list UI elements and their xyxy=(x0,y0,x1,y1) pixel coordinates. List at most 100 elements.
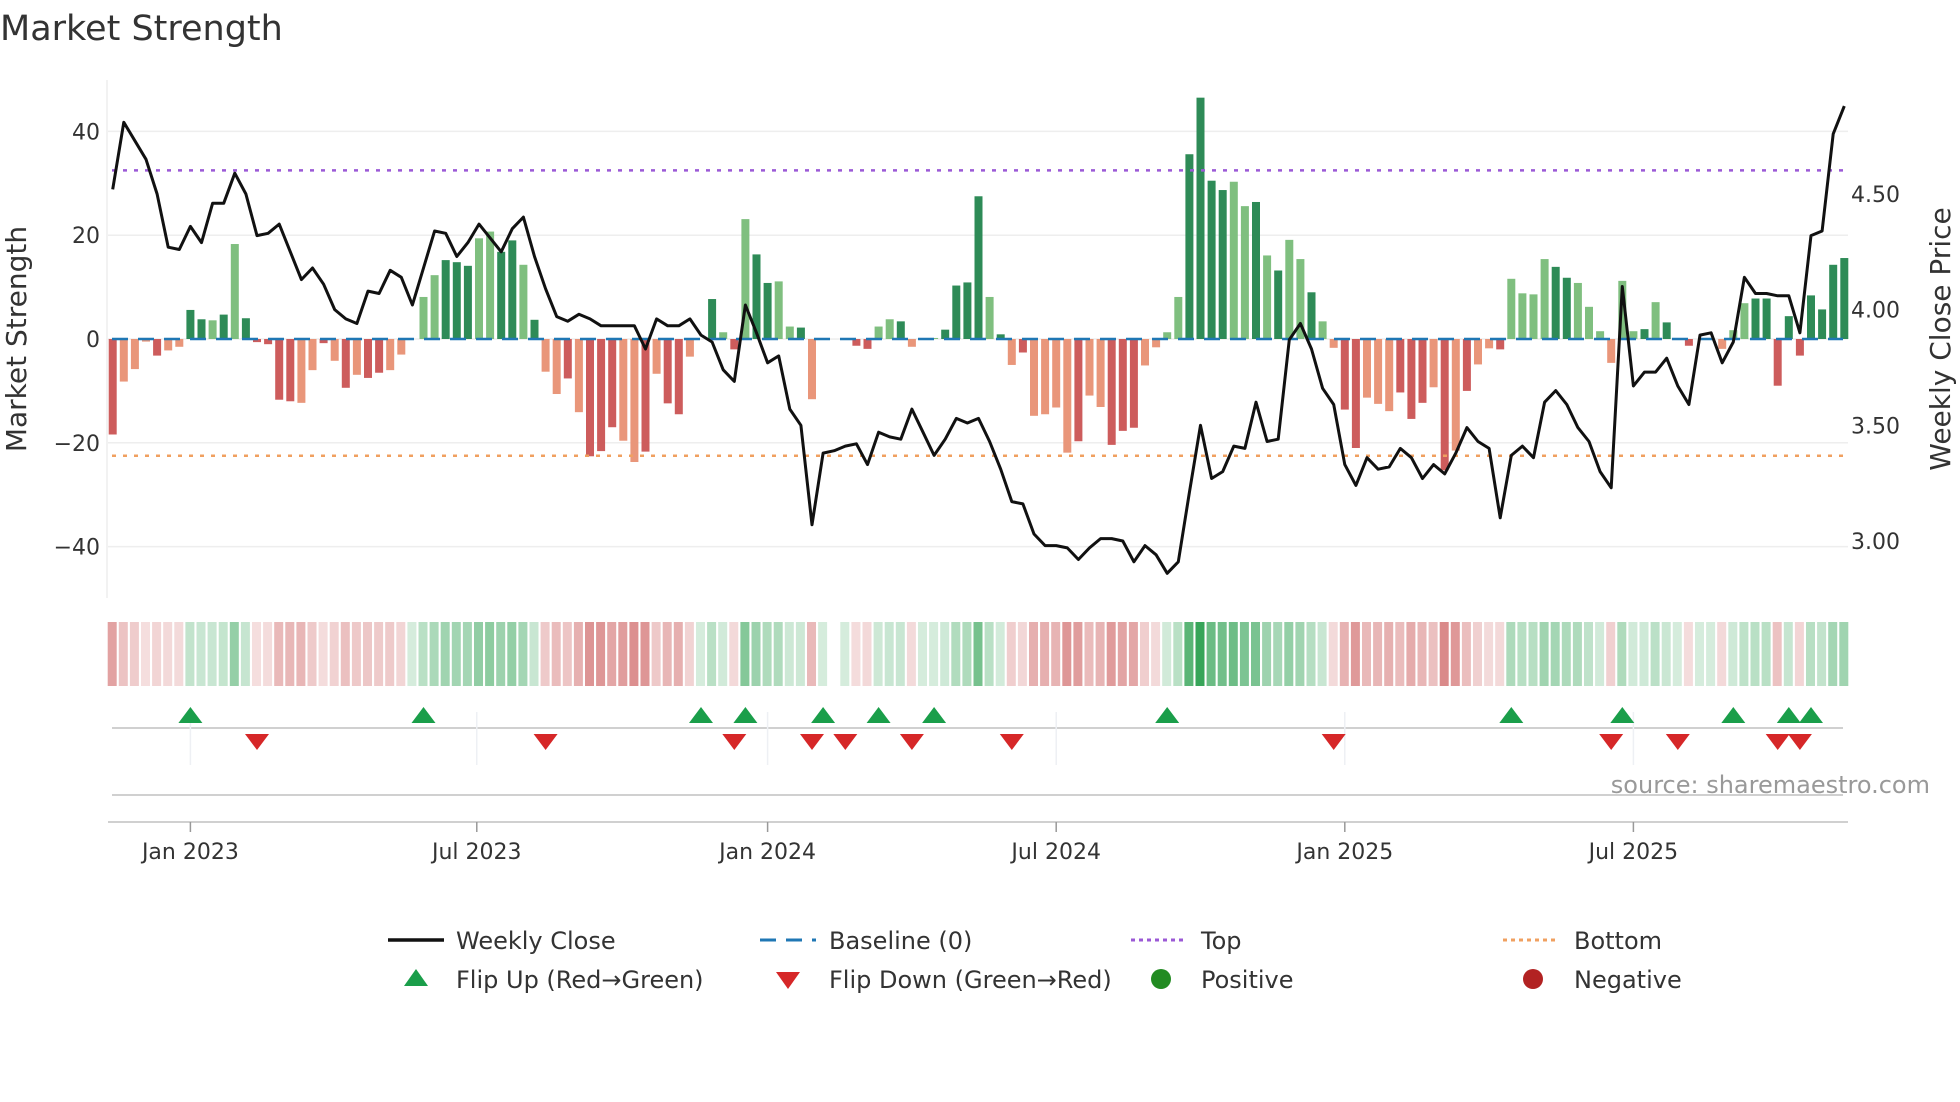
heat-strip-cell xyxy=(895,622,905,686)
x-tick-label: Jul 2024 xyxy=(1009,840,1101,865)
strength-bar xyxy=(130,339,139,370)
strength-bar xyxy=(530,319,539,339)
strength-bar xyxy=(1407,339,1416,419)
heat-strip-cell xyxy=(718,622,728,686)
flip-up-marker xyxy=(866,707,891,723)
heat-strip-cell xyxy=(851,622,861,686)
legend-flip-up-icon xyxy=(404,969,428,986)
strength-bar xyxy=(164,339,173,351)
strength-bar xyxy=(941,329,950,339)
legend-negative-icon xyxy=(1523,969,1543,989)
heat-strip-cell xyxy=(507,622,517,686)
right-y-ticks: 4.50 4.00 3.50 3.00 xyxy=(1851,183,1900,555)
strength-bar xyxy=(1396,339,1405,393)
heat-strip-cell xyxy=(1306,622,1316,686)
strength-bar xyxy=(1795,339,1804,356)
heat-strip-cell xyxy=(1595,622,1605,686)
strength-bar xyxy=(1784,316,1793,339)
heat-strip-cell xyxy=(873,622,883,686)
legend-baseline-label: Baseline (0) xyxy=(829,927,972,955)
flip-down-marker xyxy=(533,734,558,750)
y-tick-label: −40 xyxy=(54,536,100,561)
flip-up-marker xyxy=(1155,707,1180,723)
heat-strip-cell xyxy=(229,622,239,686)
heat-strip-cell xyxy=(1073,622,1083,686)
heat-strip-cell xyxy=(1106,622,1116,686)
strength-bar xyxy=(1818,309,1827,339)
heat-strip-cell xyxy=(1728,622,1738,686)
strength-bar xyxy=(586,339,594,457)
strength-bar xyxy=(574,339,583,413)
strength-bar xyxy=(1041,339,1050,415)
heat-strip-cell xyxy=(1650,622,1660,686)
strength-bar xyxy=(1030,339,1038,416)
strength-bar xyxy=(1551,266,1560,339)
strength-bar xyxy=(1573,282,1582,339)
heat-strip-cell xyxy=(396,622,406,686)
heat-strip-cell xyxy=(129,622,139,686)
heat-strip-cell xyxy=(1628,622,1638,686)
strength-bar xyxy=(863,339,872,349)
strength-bar xyxy=(608,339,617,428)
market-strength-chart: Market Strength 40 20 0 −20 −40 4.50 4.00 3.50… xyxy=(0,9,1957,994)
heat-strip-cell xyxy=(1428,622,1438,686)
heat-strip-cell xyxy=(252,622,261,686)
heat-strip-cell xyxy=(784,622,794,686)
heat-strip-cell xyxy=(673,622,683,686)
strength-bar xyxy=(1240,206,1249,339)
strength-bar xyxy=(730,339,739,350)
heat-strip-cell xyxy=(1617,622,1627,686)
strength-bar xyxy=(1829,264,1838,339)
legend-flip-down-label: Flip Down (Green→Red) xyxy=(829,966,1112,994)
strength-bar xyxy=(630,339,639,463)
strength-bar xyxy=(441,260,450,339)
strength-bar xyxy=(364,339,372,378)
strength-bar xyxy=(663,339,672,404)
strength-bar xyxy=(308,339,317,371)
strength-bar xyxy=(1174,296,1183,339)
legend-flip-up-label: Flip Up (Red→Green) xyxy=(456,966,704,994)
heat-strip-cell xyxy=(1162,622,1172,686)
strength-bar xyxy=(785,326,794,339)
heat-strip-cell xyxy=(1095,622,1105,686)
heat-strip-cell xyxy=(618,622,628,686)
strength-bar xyxy=(1118,339,1127,431)
strength-bar xyxy=(774,281,783,339)
strength-bar xyxy=(519,264,528,339)
strength-bar xyxy=(497,251,506,339)
flip-down-marker xyxy=(999,734,1024,750)
heat-strip-cell xyxy=(1284,622,1294,686)
strength-bar xyxy=(874,326,883,339)
strength-bar xyxy=(674,339,683,415)
strength-bar xyxy=(197,319,206,339)
strength-bar xyxy=(475,238,483,339)
heat-strip-cell xyxy=(1151,622,1161,686)
strength-bar xyxy=(808,339,816,400)
heat-strip-cell xyxy=(540,622,550,686)
heat-strip-cell xyxy=(607,622,617,686)
flip-up-marker xyxy=(1776,707,1801,723)
heat-strip-cell xyxy=(651,622,661,686)
strength-bar xyxy=(375,339,384,373)
x-tick-label: Jul 2023 xyxy=(430,840,522,865)
legend-top-label: Top xyxy=(1200,927,1242,955)
heat-strip-cell xyxy=(1439,622,1449,686)
heat-strip-cell xyxy=(118,622,128,686)
heat-strip-cell xyxy=(163,622,173,686)
heat-strip-cell xyxy=(762,622,772,686)
heat-strip-cell xyxy=(518,622,528,686)
heat-strip-cell xyxy=(562,622,572,686)
strength-bar xyxy=(763,282,772,339)
strength-bar xyxy=(1718,339,1727,349)
y2-tick-label: 4.00 xyxy=(1851,299,1900,324)
heat-strip-cell xyxy=(962,622,972,686)
heat-strip-cell xyxy=(1717,622,1727,686)
strength-bar xyxy=(896,321,905,339)
heat-strip-cell xyxy=(1317,622,1327,686)
strength-bar xyxy=(1651,302,1660,339)
strength-bar xyxy=(1474,339,1482,365)
strength-bar xyxy=(1374,339,1383,404)
heat-strip-cell xyxy=(1561,622,1571,686)
strength-bar xyxy=(1185,154,1194,339)
heat-strip-cell xyxy=(1539,622,1549,686)
